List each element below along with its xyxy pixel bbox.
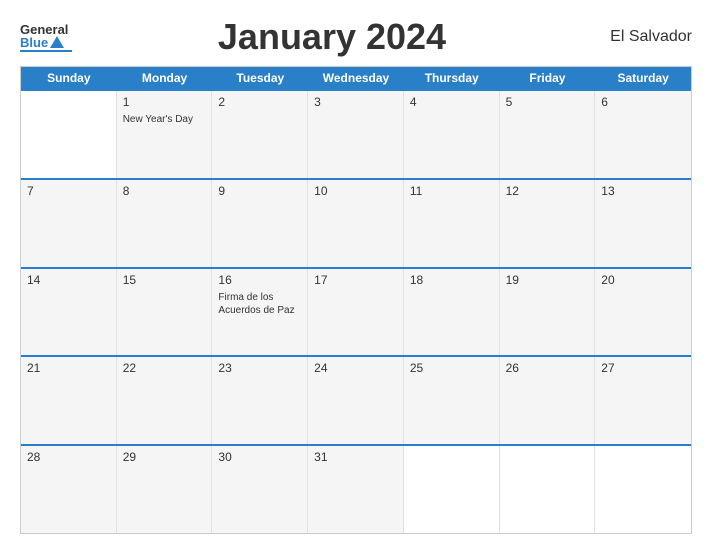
day-number: 19 (506, 273, 589, 287)
day-cell: 13 (595, 180, 691, 267)
day-cell: 1 New Year's Day (117, 91, 213, 178)
day-cell: 25 (404, 357, 500, 444)
day-cell: 23 (212, 357, 308, 444)
day-number: 12 (506, 184, 589, 198)
day-number: 29 (123, 450, 206, 464)
day-cell (595, 446, 691, 533)
day-number: 10 (314, 184, 397, 198)
day-number: 13 (601, 184, 685, 198)
day-cell: 19 (500, 269, 596, 356)
day-cell: 27 (595, 357, 691, 444)
day-cell: 11 (404, 180, 500, 267)
day-number: 4 (410, 95, 493, 109)
day-cell: 18 (404, 269, 500, 356)
day-cell: 5 (500, 91, 596, 178)
calendar-grid: SundayMondayTuesdayWednesdayThursdayFrid… (20, 66, 692, 534)
day-number: 15 (123, 273, 206, 287)
logo-blue-text: Blue (20, 36, 48, 49)
day-cell: 8 (117, 180, 213, 267)
day-number: 23 (218, 361, 301, 375)
header: General Blue January 2024 El Salvador (20, 16, 692, 58)
logo-triangle-icon (50, 36, 64, 48)
day-number: 17 (314, 273, 397, 287)
day-cell: 12 (500, 180, 596, 267)
country-label: El Salvador (592, 28, 692, 46)
weeks-container: 1New Year's Day2345678910111213141516Fir… (21, 89, 691, 533)
day-cell: 30 (212, 446, 308, 533)
day-cell: 17 (308, 269, 404, 356)
day-number: 30 (218, 450, 301, 464)
day-cell: 20 (595, 269, 691, 356)
day-number: 3 (314, 95, 397, 109)
day-number: 8 (123, 184, 206, 198)
day-number: 27 (601, 361, 685, 375)
calendar-page: General Blue January 2024 El Salvador Su… (0, 0, 712, 550)
day-cell: 21 (21, 357, 117, 444)
day-header-cell: Tuesday (212, 67, 308, 89)
day-number: 5 (506, 95, 589, 109)
day-cell: 9 (212, 180, 308, 267)
day-number: 1 (123, 95, 206, 109)
day-cell (404, 446, 500, 533)
day-number: 31 (314, 450, 397, 464)
day-cell (21, 91, 117, 178)
day-cell: 24 (308, 357, 404, 444)
day-event: Firma de los Acuerdos de Paz (218, 291, 301, 317)
day-number: 21 (27, 361, 110, 375)
week-row: 28 29 30 31 (21, 444, 691, 533)
day-cell: 7 (21, 180, 117, 267)
day-header-cell: Sunday (21, 67, 117, 89)
day-cell: 16 Firma de los Acuerdos de Paz (212, 269, 308, 356)
day-cell: 3 (308, 91, 404, 178)
logo: General Blue (20, 23, 72, 52)
day-cell: 28 (21, 446, 117, 533)
day-cell: 14 (21, 269, 117, 356)
day-cell: 4 (404, 91, 500, 178)
day-cell: 31 (308, 446, 404, 533)
calendar-title: January 2024 (72, 16, 592, 58)
day-cell: 26 (500, 357, 596, 444)
day-number: 20 (601, 273, 685, 287)
day-cell: 15 (117, 269, 213, 356)
day-number: 14 (27, 273, 110, 287)
day-number: 11 (410, 184, 493, 198)
day-header-cell: Friday (500, 67, 596, 89)
day-cell: 2 (212, 91, 308, 178)
day-number: 25 (410, 361, 493, 375)
day-header-cell: Wednesday (308, 67, 404, 89)
logo-line (20, 50, 72, 52)
day-cell: 10 (308, 180, 404, 267)
day-number: 18 (410, 273, 493, 287)
day-number: 9 (218, 184, 301, 198)
week-row: 1 New Year's Day 23456 (21, 89, 691, 178)
day-cell (500, 446, 596, 533)
day-event: New Year's Day (123, 113, 206, 126)
day-number: 22 (123, 361, 206, 375)
week-row: 21 22 23 24 25 26 27 (21, 355, 691, 444)
day-cell: 22 (117, 357, 213, 444)
day-cell: 6 (595, 91, 691, 178)
day-number: 26 (506, 361, 589, 375)
day-number: 28 (27, 450, 110, 464)
day-number: 24 (314, 361, 397, 375)
day-cell: 29 (117, 446, 213, 533)
week-row: 14 15 16 Firma de los Acuerdos de Paz 17 18 19… (21, 267, 691, 356)
days-header: SundayMondayTuesdayWednesdayThursdayFrid… (21, 67, 691, 89)
logo-general-text: General (20, 23, 68, 36)
day-header-cell: Monday (117, 67, 213, 89)
day-number: 16 (218, 273, 301, 287)
week-row: 789 10 11 12 13 (21, 178, 691, 267)
day-number: 2 (218, 95, 301, 109)
day-number: 7 (27, 184, 110, 198)
day-header-cell: Saturday (595, 67, 691, 89)
day-header-cell: Thursday (404, 67, 500, 89)
day-number: 6 (601, 95, 685, 109)
